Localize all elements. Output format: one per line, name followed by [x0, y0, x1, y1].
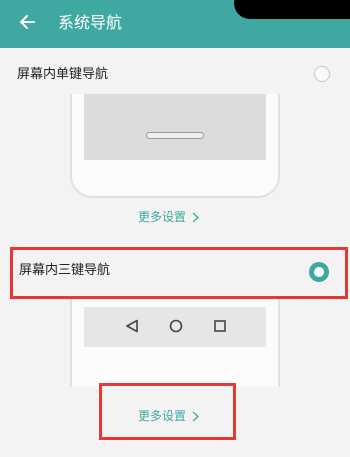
home-circle-icon	[169, 319, 183, 333]
back-button[interactable]	[14, 9, 40, 35]
page-title: 系统导航	[58, 13, 123, 32]
more-settings-label: 更多设置	[138, 210, 187, 224]
single-key-preview	[70, 94, 280, 198]
option-single-key-label[interactable]: 屏幕内单键导航	[17, 66, 108, 84]
annotation-highlight-more-settings	[99, 383, 236, 440]
three-key-nav-bar	[84, 307, 266, 347]
recents-square-icon	[214, 320, 226, 332]
nav-pill-icon	[146, 132, 204, 139]
back-triangle-icon	[126, 319, 138, 333]
single-key-nav-bar	[84, 94, 266, 160]
camera-notch	[234, 0, 350, 19]
option-single-key-more-settings[interactable]: 更多设置	[138, 209, 199, 225]
back-arrow-icon	[20, 15, 35, 29]
chevron-right-icon	[192, 212, 199, 222]
three-key-preview	[70, 297, 280, 387]
app-header: 系统导航	[0, 0, 350, 48]
option-single-key-radio[interactable]	[314, 66, 330, 82]
annotation-highlight-three-key-option	[10, 247, 348, 299]
